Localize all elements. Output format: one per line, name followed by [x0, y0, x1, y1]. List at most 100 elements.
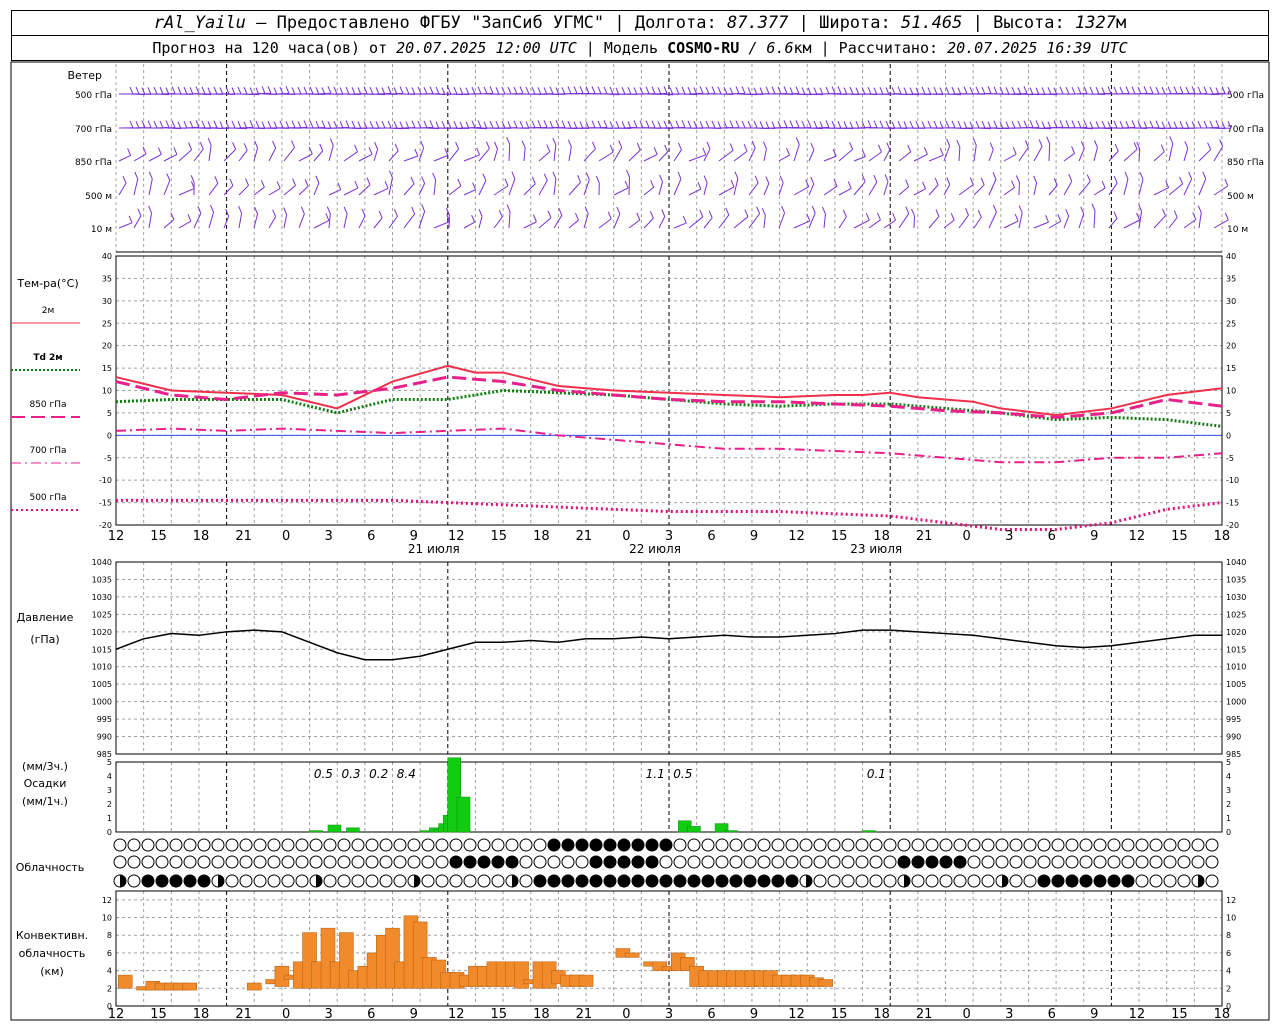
wind-barb-flag: [393, 121, 398, 129]
conv-ytick-left: 8: [107, 931, 112, 940]
cloud-cover-symbol: [589, 855, 603, 869]
cloud-cover-symbol: [393, 855, 407, 869]
wind-barb-flag: [783, 120, 788, 128]
wind-barb-flag: [885, 120, 890, 129]
cloud-cover-symbol: [813, 874, 827, 888]
cloud-cover-symbol: [365, 855, 379, 869]
wind-barb-flag: [384, 181, 389, 189]
wind-barb: [238, 185, 249, 196]
wind-barb-flag: [1047, 87, 1052, 95]
cloud-cover-symbol: [127, 874, 141, 888]
wind-barb-flag: [471, 214, 476, 223]
time-tick-label-bottom: 9: [1090, 1007, 1098, 1022]
wind-barb-flag: [867, 86, 872, 95]
pressure-ytick-left: 990: [97, 733, 112, 742]
wind-barb-flag: [1014, 213, 1019, 222]
wind-barb-flag: [283, 207, 288, 215]
wind-level-label-left: 10 м: [91, 225, 112, 235]
cloud-cover-symbol: [743, 855, 757, 869]
wind-barb-flag: [1161, 86, 1166, 95]
pressure-ytick-left: 1025: [92, 610, 112, 619]
wind-barb: [478, 180, 487, 196]
temp-ytick-left: 10: [102, 387, 112, 396]
cloud-cover-symbol: [883, 838, 897, 852]
pressure-ytick-left: 1000: [92, 698, 112, 707]
wind-barb-flag: [368, 147, 373, 155]
wind-barb-flag: [232, 142, 237, 150]
temp-ytick-left: -15: [99, 499, 112, 508]
time-tick-label-bottom: 15: [831, 1007, 848, 1022]
wind-barb-flag: [135, 120, 140, 129]
wind-barb: [928, 154, 944, 162]
cloud-cover-symbol: [1205, 855, 1219, 869]
wind-barb-flag: [687, 120, 692, 129]
wind-barb-flag: [375, 121, 380, 129]
wind-barb: [913, 215, 916, 229]
wind-barb-flag: [249, 87, 254, 95]
wind-barb-flag: [188, 142, 193, 150]
wind-barb: [208, 183, 219, 196]
wind-barb-flag: [663, 86, 668, 94]
wind-barb-flag: [1131, 86, 1136, 94]
conv-axis-label: Конвективн.: [16, 929, 88, 942]
wind-barb-flag: [993, 86, 998, 94]
wind-barb-flag: [573, 86, 578, 94]
wind-barb-flag: [393, 209, 398, 217]
time-tick-label-bottom: 0: [963, 1007, 971, 1022]
cloud-cover-symbol: [883, 874, 897, 888]
wind-barb-flag: [946, 138, 951, 147]
wind-barb-flag: [1077, 120, 1082, 129]
wind-barb: [373, 217, 383, 229]
wind-barb: [1063, 216, 1070, 229]
cloud-cover-symbol: [603, 874, 617, 888]
wind-barb: [313, 150, 324, 162]
time-tick-label: 0: [282, 529, 290, 544]
precip-ytick-right: 0: [1226, 828, 1231, 837]
temp-legend-label: 2м: [42, 306, 55, 316]
wind-barb-flag: [934, 177, 939, 186]
wind-barb-flag: [885, 87, 890, 95]
wind-barb: [268, 147, 277, 162]
wind-barb-flag: [1095, 121, 1100, 129]
precip-ytick-right: 1: [1226, 814, 1231, 823]
wind-barb-flag: [781, 205, 786, 214]
wind-barb: [598, 218, 612, 229]
wind-barb: [733, 178, 739, 196]
wind-barb-flag: [381, 120, 386, 129]
wind-barb-flag: [777, 86, 782, 94]
cloud-cover-symbol: [715, 874, 729, 888]
wind-barb-flag: [725, 207, 730, 216]
wind-barb-flag: [237, 86, 242, 95]
wind-barb-flag: [1209, 86, 1214, 95]
wind-barb-flag: [303, 86, 308, 95]
pressure-ytick-left: 1005: [92, 680, 112, 689]
cloud-cover-symbol: [869, 874, 883, 888]
wind-barb-flag: [1215, 120, 1220, 128]
cloud-cover-symbol: [239, 838, 253, 852]
cloud-cover-symbol: [183, 838, 197, 852]
wind-barb-flag: [260, 179, 265, 188]
cloud-cover-symbol: [491, 838, 505, 852]
cloud-cover-symbol: [911, 874, 925, 888]
cloud-cover-symbol: [155, 874, 169, 888]
cloud-cover-symbol: [463, 855, 477, 869]
wind-barb: [508, 178, 516, 196]
cloud-cover-symbol: [211, 855, 225, 869]
wind-barb-flag: [511, 171, 516, 180]
cloud-cover-half: [218, 875, 224, 887]
wind-barb: [298, 185, 309, 196]
wind-barb: [523, 183, 536, 196]
cloud-cover-half: [806, 875, 812, 887]
wind-level-label-right: 10 м: [1227, 225, 1248, 235]
cloud-cover-symbol: [687, 874, 701, 888]
wind-barb-flag: [272, 140, 277, 149]
wind-barb-flag: [847, 181, 852, 189]
cloud-cover-symbol: [1079, 838, 1093, 852]
conv-ytick-left: 4: [107, 967, 112, 976]
wind-barb: [1213, 146, 1224, 162]
cloud-cover-symbol: [323, 874, 337, 888]
cloud-cover-symbol: [281, 874, 295, 888]
wind-barb-flag: [354, 144, 359, 153]
wind-barb-flag: [414, 148, 419, 157]
wind-barb-flag: [653, 147, 658, 155]
